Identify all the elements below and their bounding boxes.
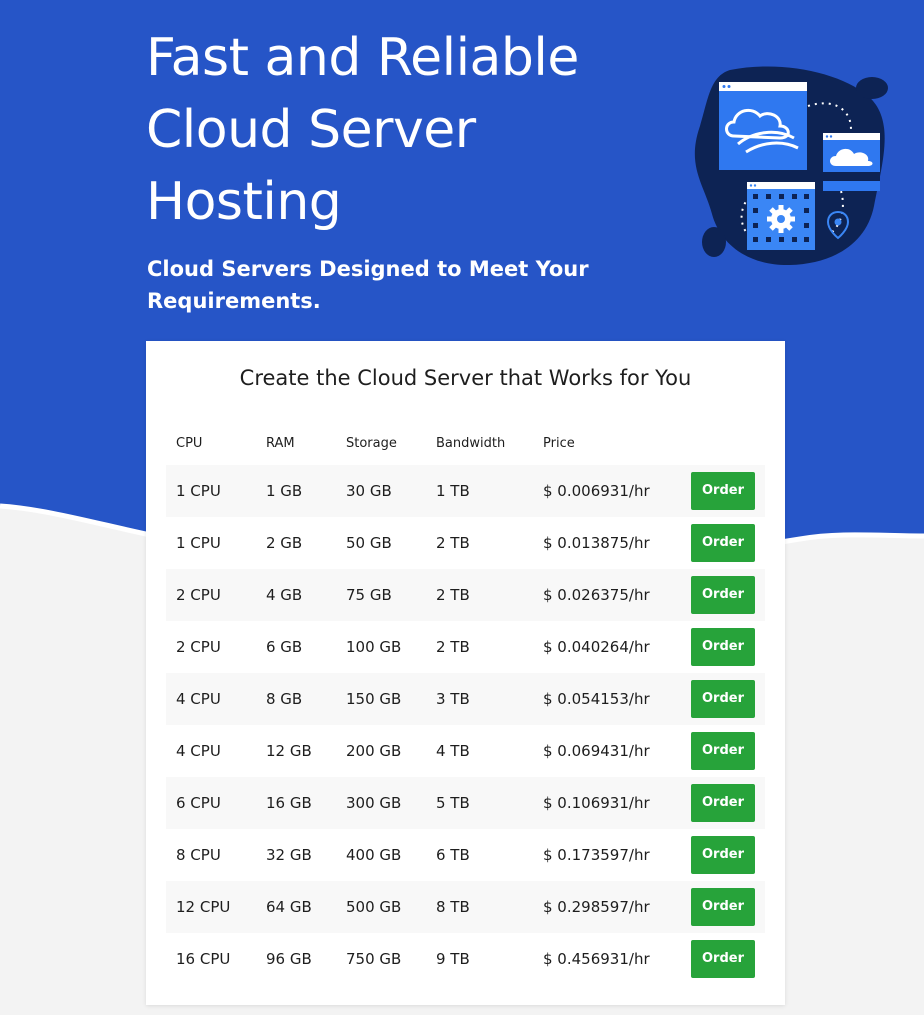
table-header-row: CPU RAM Storage Bandwidth Price [166, 421, 765, 465]
cell-storage: 50 GB [346, 534, 392, 552]
cell-cpu: 16 CPU [176, 950, 231, 968]
cell-action: Order [668, 465, 765, 517]
cell-cpu: 1 CPU [166, 465, 256, 517]
cell-ram: 2 GB [266, 534, 303, 552]
cell-storage: 100 GB [346, 638, 402, 656]
cell-ram: 8 GB [256, 673, 336, 725]
table-row: 6 CPU 16 GB 300 GB 5 TB $ 0.106931/hr Or… [166, 777, 765, 829]
cell-price: $ 0.026375/hr [533, 569, 668, 621]
cell-storage: 30 GB [336, 465, 426, 517]
cell-ram: 12 GB [266, 742, 312, 760]
cell-ram: 16 GB [256, 777, 336, 829]
column-header-cpu: CPU [176, 435, 203, 451]
cell-action: Order [668, 933, 765, 985]
cell-price: $ 0.069431/hr [543, 742, 650, 760]
cell-bandwidth: 8 TB [426, 881, 533, 933]
cell-price: $ 0.054153/hr [533, 673, 668, 725]
cell-cpu: 8 CPU [176, 846, 221, 864]
cell-bandwidth: 1 TB [426, 465, 533, 517]
table-row: 4 CPU 8 GB 150 GB 3 TB $ 0.054153/hr Ord… [166, 673, 765, 725]
cell-storage: 200 GB [346, 742, 402, 760]
column-header-ram: RAM [266, 435, 295, 451]
hero-subtitle: Cloud Servers Designed to Meet Your Requ… [147, 257, 589, 313]
table-row: 2 CPU 6 GB 100 GB 2 TB $ 0.040264/hr Ord… [166, 621, 765, 673]
cell-ram: 64 GB [256, 881, 336, 933]
order-button[interactable]: Order [691, 524, 755, 562]
cell-price: $ 0.173597/hr [543, 846, 650, 864]
cell-price: $ 0.298597/hr [533, 881, 668, 933]
order-button[interactable]: Order [691, 732, 755, 770]
order-button[interactable]: Order [691, 576, 755, 614]
cell-action: Order [668, 829, 765, 881]
cell-action: Order [668, 517, 765, 569]
table-row: 2 CPU 4 GB 75 GB 2 TB $ 0.026375/hr Orde… [166, 569, 765, 621]
cell-cpu: 2 CPU [176, 638, 221, 656]
order-button[interactable]: Order [691, 784, 755, 822]
table-row: 8 CPU 32 GB 400 GB 6 TB $ 0.173597/hr Or… [166, 829, 765, 881]
cell-action: Order [668, 569, 765, 621]
cell-price: $ 0.456931/hr [543, 950, 650, 968]
cell-price: $ 0.040264/hr [543, 638, 650, 656]
table-row: 4 CPU 12 GB 200 GB 4 TB $ 0.069431/hr Or… [166, 725, 765, 777]
settings-window [747, 182, 815, 250]
order-button[interactable]: Order [691, 472, 755, 510]
cloud-server-illustration [694, 66, 888, 266]
cell-storage: 750 GB [346, 950, 402, 968]
cell-storage: 75 GB [336, 569, 426, 621]
order-button[interactable]: Order [691, 680, 755, 718]
cell-action: Order [668, 673, 765, 725]
cell-bandwidth: 5 TB [426, 777, 533, 829]
cell-bandwidth: 2 TB [436, 534, 470, 552]
cell-bandwidth: 2 TB [426, 569, 533, 621]
table-row: 12 CPU 64 GB 500 GB 8 TB $ 0.298597/hr O… [166, 881, 765, 933]
cell-storage: 150 GB [336, 673, 426, 725]
order-button[interactable]: Order [691, 940, 755, 978]
cell-action: Order [668, 881, 765, 933]
table-row: 1 CPU 1 GB 30 GB 1 TB $ 0.006931/hr Orde… [166, 465, 765, 517]
column-header-bandwidth: Bandwidth [436, 435, 506, 451]
column-header-storage: Storage [346, 435, 397, 451]
column-header-action [668, 421, 765, 465]
table-row: 1 CPU 2 GB 50 GB 2 TB $ 0.013875/hr Orde… [166, 517, 765, 569]
cell-bandwidth: 4 TB [436, 742, 470, 760]
order-button[interactable]: Order [691, 888, 755, 926]
cloud-storage-window [823, 133, 880, 191]
cell-action: Order [668, 621, 765, 673]
column-header-price: Price [543, 435, 575, 451]
pricing-table: CPU RAM Storage Bandwidth Price 1 CPU 1 … [166, 421, 765, 985]
pricing-card: Create the Cloud Server that Works for Y… [146, 341, 785, 1005]
table-row: 16 CPU 96 GB 750 GB 9 TB $ 0.456931/hr O… [166, 933, 765, 985]
order-button[interactable]: Order [691, 836, 755, 874]
cell-storage: 300 GB [336, 777, 426, 829]
cell-ram: 32 GB [266, 846, 312, 864]
cell-cpu: 4 CPU [166, 673, 256, 725]
cell-ram: 4 GB [256, 569, 336, 621]
order-button[interactable]: Order [691, 628, 755, 666]
cell-cpu: 6 CPU [166, 777, 256, 829]
cell-cpu: 1 CPU [176, 534, 221, 552]
cell-storage: 500 GB [336, 881, 426, 933]
cloud-window [719, 82, 807, 170]
cell-price: $ 0.013875/hr [543, 534, 650, 552]
hero-title: Fast and Reliable Cloud Server Hosting [146, 28, 579, 232]
cell-action: Order [668, 777, 765, 829]
cell-bandwidth: 9 TB [436, 950, 470, 968]
cell-cpu: 2 CPU [166, 569, 256, 621]
gear-icon [767, 205, 795, 233]
cell-action: Order [668, 725, 765, 777]
cell-cpu: 12 CPU [166, 881, 256, 933]
cell-ram: 96 GB [266, 950, 312, 968]
cell-bandwidth: 6 TB [436, 846, 470, 864]
cell-cpu: 4 CPU [176, 742, 221, 760]
cell-bandwidth: 3 TB [426, 673, 533, 725]
pricing-title: Create the Cloud Server that Works for Y… [239, 366, 692, 390]
cell-bandwidth: 2 TB [436, 638, 470, 656]
cell-ram: 1 GB [256, 465, 336, 517]
cell-storage: 400 GB [346, 846, 402, 864]
cell-price: $ 0.006931/hr [533, 465, 668, 517]
cell-ram: 6 GB [266, 638, 303, 656]
cell-price: $ 0.106931/hr [533, 777, 668, 829]
